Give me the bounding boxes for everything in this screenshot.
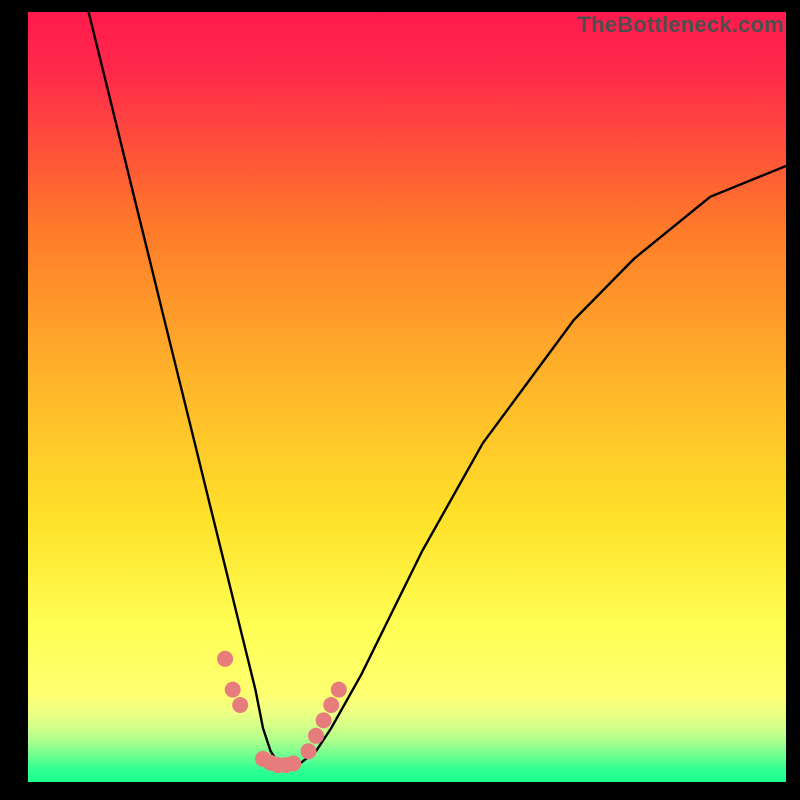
gradient-background bbox=[28, 12, 786, 782]
data-marker bbox=[217, 651, 233, 667]
data-marker bbox=[308, 728, 324, 744]
chart-frame bbox=[28, 12, 786, 782]
data-marker bbox=[301, 743, 317, 759]
bottleneck-chart bbox=[28, 12, 786, 782]
data-marker bbox=[225, 682, 241, 698]
data-marker bbox=[331, 682, 347, 698]
watermark-text: TheBottleneck.com bbox=[578, 12, 784, 38]
data-marker bbox=[323, 697, 339, 713]
data-marker bbox=[285, 756, 301, 772]
data-marker bbox=[316, 712, 332, 728]
data-marker bbox=[232, 697, 248, 713]
